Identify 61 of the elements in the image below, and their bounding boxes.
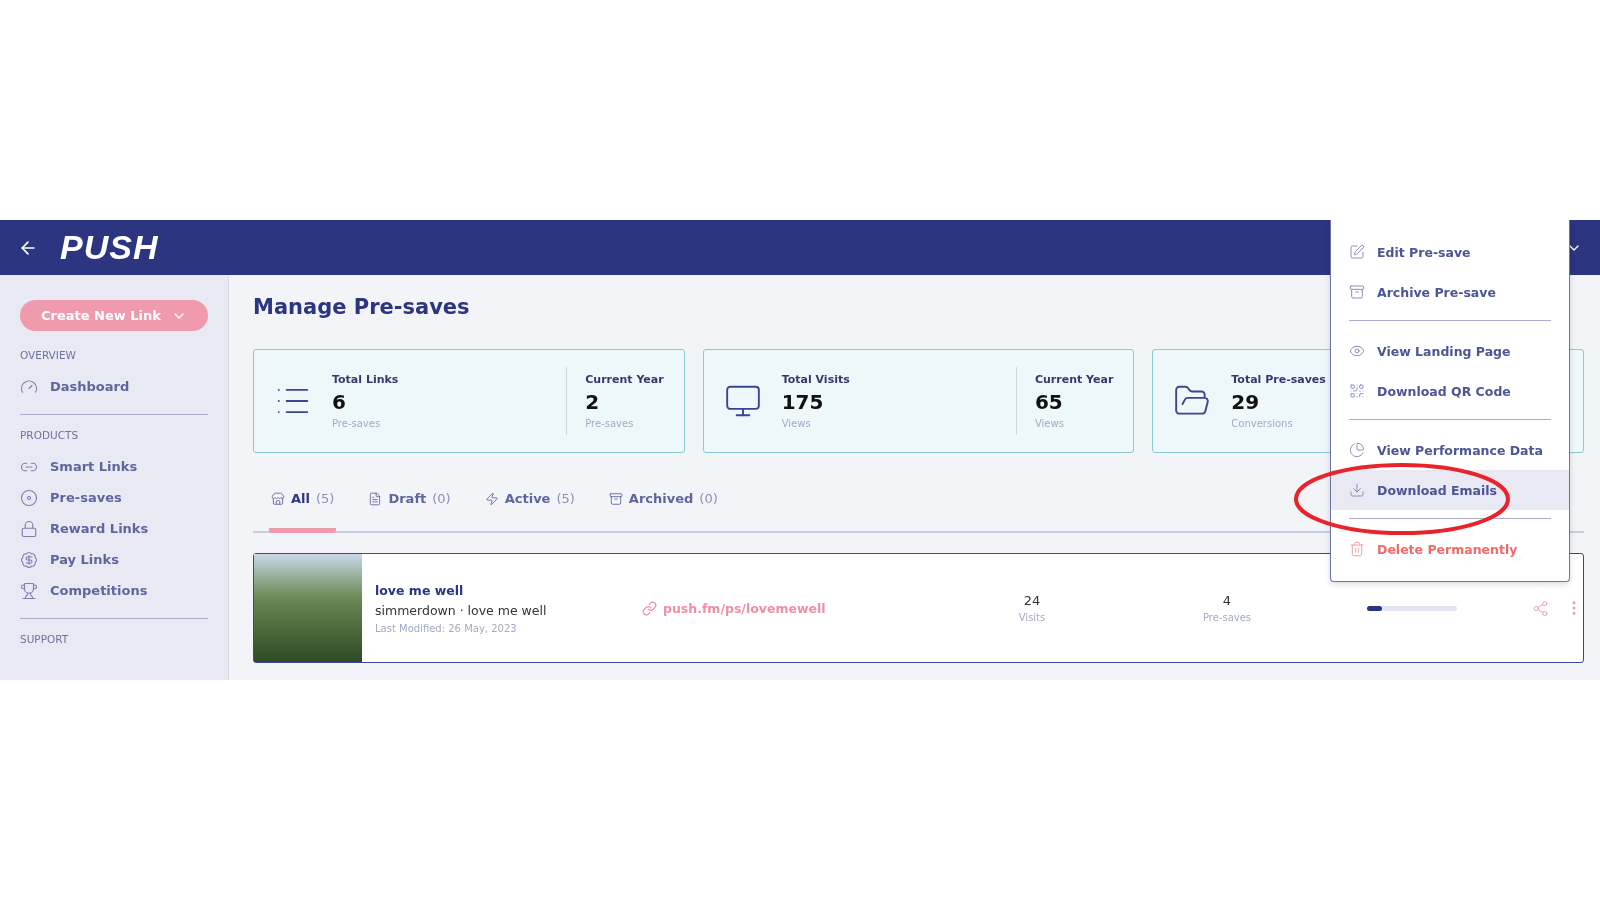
trophy-icon [20,581,38,600]
menu-item[interactable]: Delete Permanently [1331,529,1569,569]
archive-icon [608,491,623,506]
presaves-label: Pre-saves [1202,612,1252,623]
pie-chart-icon [1349,442,1365,458]
page-title: Manage Pre-saves [253,295,471,319]
section-heading: OVERVIEW [20,349,77,362]
store-icon [271,491,285,506]
trash-icon [1349,541,1365,557]
stat-unit: Conversions [1231,418,1294,429]
stat-value: 29 [1231,390,1261,414]
stat-label: Current Year [1034,373,1114,386]
lightning-icon [484,491,499,506]
sidebar-item[interactable]: Reward Links [20,513,208,545]
menu-item[interactable]: View Landing Page [1331,331,1569,371]
stat-label: Current Year [585,373,664,386]
stat-unit: Pre-saves [585,418,635,429]
link-icon [642,600,657,616]
sidebar-item[interactable]: Smart Links [20,451,208,483]
stat-value: 65 [1034,390,1064,414]
menu-item[interactable]: Download QR Code [1331,371,1569,411]
section-heading: PRODUCTS [20,429,80,442]
menu-item[interactable]: View Performance Data [1331,430,1569,470]
stat-value: 2 [585,390,601,414]
stat-value: 175 [781,390,825,414]
archive-icon [1349,284,1365,300]
edit-icon [1349,244,1365,260]
sidebar-item[interactable]: Pre-saves [20,482,208,514]
stat-unit: Views [1034,418,1065,429]
document-icon [368,491,383,506]
lock-icon [20,519,38,538]
stat-label: Total Pre-saves [1231,373,1326,386]
sidebar-item[interactable]: Competitions [20,575,208,607]
stat-label: Total Links [332,373,399,386]
menu-item[interactable]: Archive Pre-save [1331,272,1569,312]
stat-label: Total Visits [781,373,850,386]
dollar-badge-icon [20,550,38,569]
link-subtitle: simmerdown · love me well [375,602,548,618]
menu-item[interactable]: Download Emails [1331,470,1569,510]
filter-tab[interactable]: Active (5) [482,491,577,533]
menu-item[interactable]: Edit Pre-save [1331,232,1569,272]
visits-count: 24 [1023,593,1041,608]
eye-icon [1349,343,1365,359]
filter-tab[interactable]: Draft (0) [366,491,453,533]
download-icon [1349,482,1365,498]
logo: PUSH [60,228,159,267]
sidebar-item[interactable]: Dashboard [20,371,208,403]
sidebar-item[interactable]: Pay Links [20,544,208,576]
link-title: love me well [375,582,465,598]
section-heading: SUPPORT [20,633,70,645]
qr-code-icon [1349,383,1365,399]
last-modified-text: Last Modified: 26 May, 2023 [375,622,518,634]
stat-unit: Views [781,418,812,429]
presaves-count: 4 [1222,593,1232,608]
stat-value: 6 [332,390,347,414]
filter-tab[interactable]: All (5) [269,491,337,533]
stat-unit: Pre-saves [332,418,382,429]
disc-icon [20,488,38,507]
gauge-icon [20,377,38,396]
filter-tab[interactable]: Archived (0) [606,491,720,533]
visits-label: Visits [1018,612,1046,623]
